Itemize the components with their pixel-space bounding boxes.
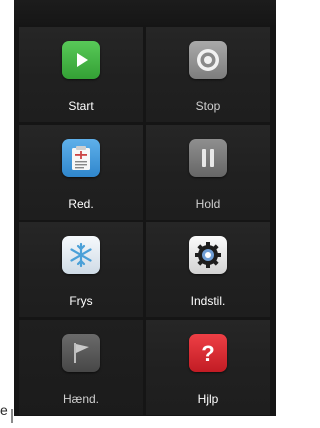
start-label: Start	[68, 99, 94, 113]
cropped-text: e	[0, 402, 8, 418]
edit-button[interactable]: Red.	[19, 124, 143, 220]
help-button[interactable]: ? Hjlp	[146, 320, 270, 416]
pause-icon	[189, 138, 227, 177]
freeze-button[interactable]: Frys	[19, 222, 143, 318]
frame-edge	[11, 409, 13, 423]
help-question-icon: ?	[189, 334, 227, 373]
hold-label: Hold	[195, 196, 221, 211]
command-panel: Start Stop Red. Hold Frys Indstil. Hænd.…	[14, 0, 276, 416]
hold-button[interactable]: Hold	[146, 124, 270, 220]
event-label: Hænd.	[62, 392, 100, 407]
gear-icon	[189, 236, 227, 275]
flag-icon	[62, 334, 100, 373]
stop-button[interactable]: Stop	[146, 27, 270, 122]
play-icon	[62, 41, 100, 79]
stop-target-icon	[189, 41, 227, 79]
freeze-label: Frys	[69, 294, 93, 309]
command-grid: Start Stop Red. Hold Frys Indstil. Hænd.…	[19, 27, 270, 416]
edit-label: Red.	[68, 196, 94, 211]
event-button[interactable]: Hænd.	[19, 320, 143, 416]
settings-label: Indstil.	[190, 294, 226, 309]
start-button[interactable]: Start	[19, 27, 143, 122]
snowflake-icon	[62, 236, 100, 275]
help-label: Hjlp	[197, 392, 219, 407]
svg-text:?: ?	[201, 341, 214, 366]
clipboard-edit-icon	[62, 138, 100, 177]
panel-header-bar	[14, 0, 276, 25]
settings-button[interactable]: Indstil.	[146, 222, 270, 318]
stop-label: Stop	[195, 99, 221, 113]
